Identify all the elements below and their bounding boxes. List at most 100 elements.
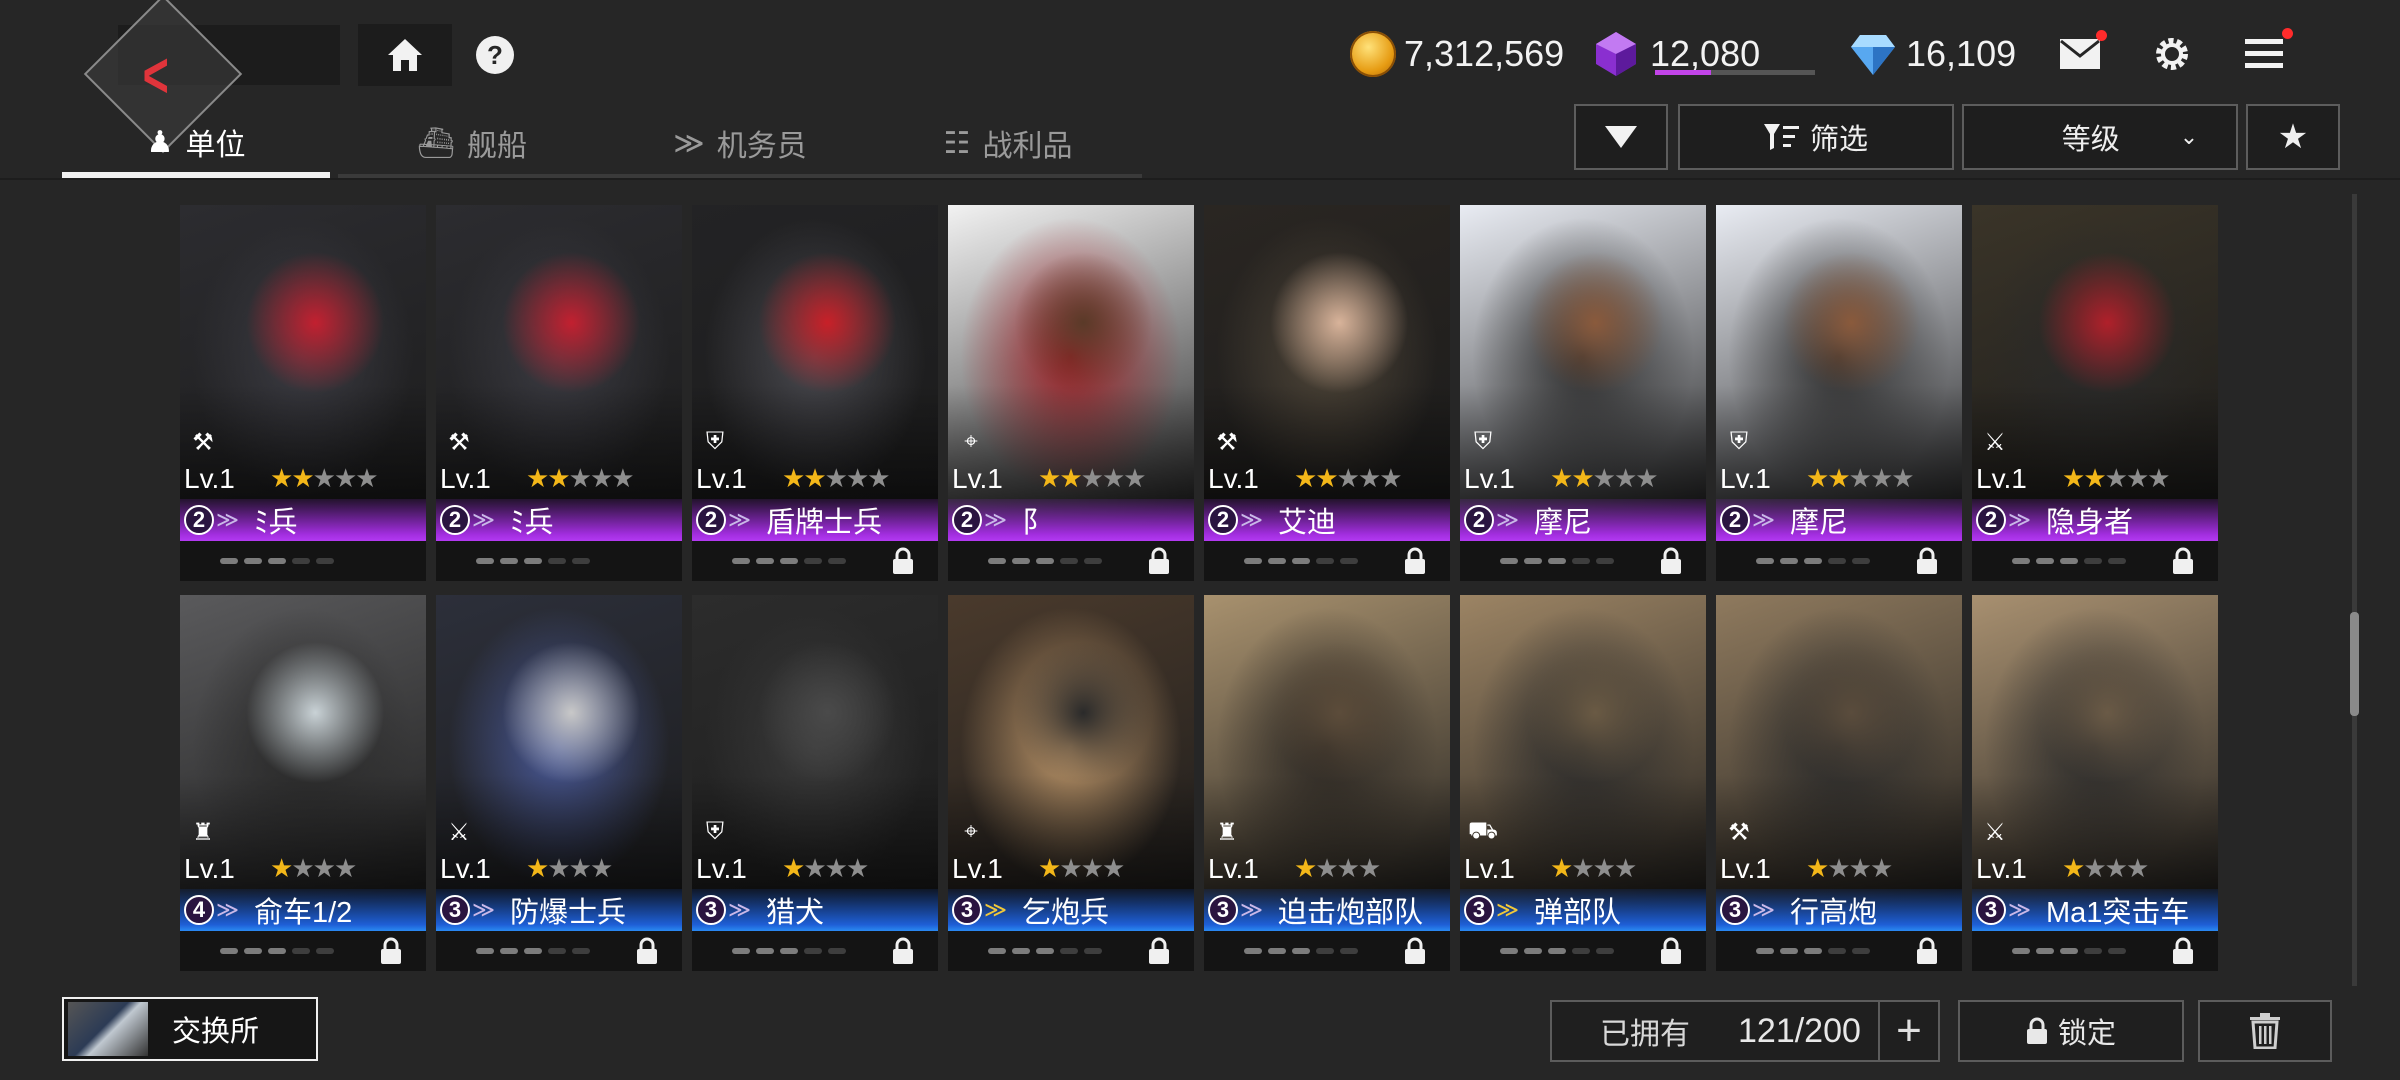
- equipment-slot: [780, 948, 798, 954]
- unit-name: 迫击炮部队: [1278, 897, 1424, 929]
- star-icon: ★: [2277, 118, 2309, 156]
- unit-card[interactable]: ⛟ Lv.1 ★★★★ 3 ≫ 弹部队: [1460, 595, 1706, 971]
- equipment-slot: [1292, 558, 1310, 564]
- equipment-slot: [1828, 558, 1846, 564]
- class-chevron-icon: ≫: [1752, 897, 1776, 922]
- gem-progress-bar: [1655, 70, 1815, 75]
- unit-rank-badge: 3: [1208, 895, 1238, 925]
- equipment-slot: [1804, 558, 1822, 564]
- lock-icon: [2173, 937, 2193, 964]
- tab-unit[interactable]: ♟ 单位: [62, 112, 330, 178]
- favorite-filter-button[interactable]: ★: [2246, 104, 2340, 170]
- settings-button[interactable]: [2148, 30, 2196, 78]
- unit-name: 盾牌士兵: [766, 507, 883, 539]
- equipment-slot: [244, 558, 262, 564]
- unit-card[interactable]: ⌖ Lv.1 ★★★★ 3 ≫ 乞炮兵: [948, 595, 1194, 971]
- equipment-slot: [500, 948, 518, 954]
- unit-name: 隐身者: [2046, 507, 2134, 539]
- unit-footer: [1972, 931, 2218, 971]
- unit-card[interactable]: ⚔ Lv.1 ★★★★★ 2 ≫ 隐身者: [1972, 205, 2218, 581]
- lock-icon: [893, 937, 913, 964]
- lock-icon: [1149, 547, 1169, 574]
- striker-role-icon: ⚔: [448, 818, 470, 846]
- equipment-slot: [2060, 558, 2078, 564]
- unit-card[interactable]: ⌖ Lv.1 ★★★★★ 2 ≫ 阝: [948, 205, 1194, 581]
- menu-button[interactable]: [2240, 28, 2293, 78]
- class-chevron-icon: ≫: [1496, 897, 1520, 922]
- equipment-slot: [1500, 948, 1518, 954]
- unit-level: Lv.1: [952, 463, 1003, 494]
- unit-card[interactable]: ♜ Lv.1 ★★★★ 3 ≫ 迫击炮部队: [1204, 595, 1450, 971]
- unit-card[interactable]: ⛨ Lv.1 ★★★★★ 2 ≫ 盾牌士兵: [692, 205, 938, 581]
- tower-role-icon: ♜: [192, 818, 214, 846]
- delete-button[interactable]: [2198, 1000, 2332, 1062]
- unit-footer: [692, 931, 938, 971]
- tab-loot[interactable]: ☷ 战利品: [874, 112, 1142, 178]
- help-button[interactable]: ?: [476, 36, 514, 74]
- unit-rank-badge: 2: [952, 505, 982, 535]
- sort-label: 等级: [2061, 124, 2120, 156]
- unit-name-bar: 2 ≫ ﾐ兵: [180, 499, 426, 541]
- unit-name-bar: 2 ≫ 摩尼: [1716, 499, 1962, 541]
- unit-rank-badge: 3: [1464, 895, 1494, 925]
- unit-name: 弹部队: [1534, 897, 1622, 929]
- unit-level: Lv.1: [1976, 463, 2027, 494]
- unit-icon: ♟: [146, 125, 174, 159]
- lock-icon: [1661, 937, 1681, 964]
- unit-level: Lv.1: [1208, 853, 1259, 884]
- equipment-slot: [988, 948, 1006, 954]
- unit-footer: [1204, 541, 1450, 581]
- scrollbar-thumb[interactable]: [2350, 612, 2359, 716]
- triangle-down-icon: [1605, 126, 1637, 148]
- defender-role-icon: ⛨: [1474, 428, 1492, 455]
- equipment-slot: [1036, 948, 1054, 954]
- unit-card[interactable]: ⛨ Lv.1 ★★★★★ 2 ≫ 摩尼: [1716, 205, 1962, 581]
- exchange-button[interactable]: 交换所: [62, 997, 318, 1061]
- equipment-slot: [1548, 948, 1566, 954]
- lock-button[interactable]: 锁定: [1958, 1000, 2184, 1062]
- equipment-slot: [2012, 948, 2030, 954]
- equipment-slot: [476, 948, 494, 954]
- filter-button[interactable]: 筛选: [1678, 104, 1954, 170]
- unit-card[interactable]: ⚔ Lv.1 ★★★★ 3 ≫ Ma1突击车: [1972, 595, 2218, 971]
- dropdown-toggle-button[interactable]: [1574, 104, 1668, 170]
- unit-card[interactable]: ⚔ Lv.1 ★★★★ 3 ≫ 防爆士兵: [436, 595, 682, 971]
- equipment-slots: [1500, 558, 1614, 564]
- unit-rank-badge: 2: [1208, 505, 1238, 535]
- unit-level: Lv.1: [184, 853, 235, 884]
- exchange-label: 交换所: [172, 1016, 260, 1048]
- equipment-slot: [1524, 948, 1542, 954]
- home-button[interactable]: [358, 24, 452, 86]
- tab-ship[interactable]: ⛴ 舰船: [338, 112, 606, 178]
- unit-card[interactable]: ⚒ Lv.1 ★★★★★ 2 ≫ ﾐ兵: [180, 205, 426, 581]
- striker-role-icon: ⚔: [1984, 818, 2006, 846]
- unit-footer: [436, 541, 682, 581]
- scrollbar-track[interactable]: [2352, 194, 2357, 986]
- mail-button[interactable]: [2056, 30, 2107, 78]
- equipment-slot: [1852, 558, 1870, 564]
- equipment-slots: [1756, 558, 1870, 564]
- lock-icon: [1405, 937, 1425, 964]
- unit-card[interactable]: ⛨ Lv.1 ★★★★ 3 ≫ 猎犬: [692, 595, 938, 971]
- unit-card[interactable]: ⚒ Lv.1 ★★★★★ 2 ≫ 艾迪: [1204, 205, 1450, 581]
- lock-icon: [1661, 547, 1681, 574]
- filter-icon: [1763, 124, 1799, 150]
- equipment-slots: [732, 948, 846, 954]
- unit-level: Lv.1: [1720, 463, 1771, 494]
- sort-select[interactable]: 等级 ⌄: [1962, 104, 2238, 170]
- unit-name: ﾐ兵: [510, 507, 554, 539]
- unit-level: Lv.1: [440, 853, 491, 884]
- unit-card[interactable]: ⚒ Lv.1 ★★★★ 3 ≫ 行高炮: [1716, 595, 1962, 971]
- unit-name: 阝: [1022, 507, 1052, 539]
- unit-name-bar: 2 ≫ 阝: [948, 499, 1194, 541]
- plus-icon: +: [1896, 1006, 1922, 1055]
- unit-card[interactable]: ♜ Lv.1 ★★★★ 4 ≫ 俞车1/2: [180, 595, 426, 971]
- purple-gem-icon: [1596, 32, 1636, 76]
- tab-crew[interactable]: ≫ 机务员: [606, 112, 874, 178]
- defender-role-icon: ⛨: [706, 818, 724, 845]
- unit-card[interactable]: ⚒ Lv.1 ★★★★★ 2 ≫ ﾐ兵: [436, 205, 682, 581]
- unit-name: 摩尼: [1790, 507, 1849, 539]
- unit-card[interactable]: ⛨ Lv.1 ★★★★★ 2 ≫ 摩尼: [1460, 205, 1706, 581]
- expand-capacity-button[interactable]: +: [1878, 1002, 1938, 1060]
- equipment-slot: [1340, 948, 1358, 954]
